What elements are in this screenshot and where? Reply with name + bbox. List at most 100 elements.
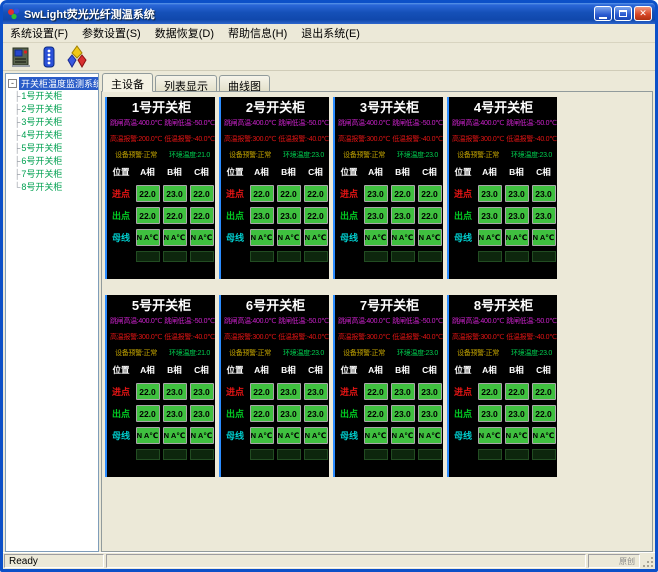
phase-c-header: C相	[530, 165, 557, 180]
outlet-phase-c-value: 22.0	[304, 207, 328, 224]
phase-header-row: 位置 A相 B相 C相	[336, 363, 443, 378]
busbar-phase-c-value: N A℃	[418, 229, 442, 246]
outlet-phase-a-value: 23.0	[250, 207, 274, 224]
tree-collapse-icon[interactable]: -	[8, 79, 17, 88]
outlet-temperature-row: 出点 23.0 23.0 22.0	[222, 207, 329, 224]
inlet-phase-a-value: 22.0	[364, 383, 388, 400]
inlet-phase-b-value: 23.0	[163, 185, 187, 202]
trip-low-value: 跳闸低温:-50.0℃	[164, 116, 215, 132]
busbar-phase-a-value: N A℃	[364, 427, 388, 444]
phase-header-row: 位置 A相 B相 C相	[108, 165, 215, 180]
busbar-row-label: 母线	[222, 429, 248, 442]
ambient-temperature: 环境温度:23.0	[392, 148, 443, 164]
phase-a-header: A相	[134, 363, 161, 378]
busbar-phase-c-value: N A℃	[304, 427, 328, 444]
inlet-row-label: 进点	[336, 187, 362, 200]
inlet-phase-a-value: 22.0	[250, 185, 274, 202]
busbar-phase-c-value: N A℃	[190, 229, 214, 246]
tree-item-cabinet[interactable]: 3号开关柜	[7, 116, 97, 129]
cabinet-thresholds: 跳闸高温:400.0℃ 跳闸低温:-50.0℃ 高温报警:300.0℃ 低温报警…	[450, 116, 557, 164]
empty-sensor-row	[336, 251, 443, 263]
alarm-low-value: 低温报警:-40.0℃	[278, 330, 329, 346]
inlet-temperature-row: 进点 22.0 23.0 23.0	[336, 383, 443, 400]
phase-c-header: C相	[530, 363, 557, 378]
phase-c-header: C相	[416, 165, 443, 180]
busbar-temperature-row: 母线 N A℃ N A℃ N A℃	[336, 229, 443, 246]
menu-exit-system[interactable]: 退出系统(E)	[294, 23, 367, 43]
tree-item-cabinet[interactable]: 6号开关柜	[7, 155, 97, 168]
phase-header-row: 位置 A相 B相 C相	[108, 363, 215, 378]
device-cabinet-toolbar-button[interactable]	[7, 44, 35, 70]
trip-high-value: 跳闸高温:400.0℃	[450, 116, 506, 132]
device-tree: - 开关柜温度监测系统 1号开关柜 2号开关柜 3号开关柜 4号开关柜 5号开关…	[5, 73, 99, 552]
busbar-row-label: 母线	[222, 231, 248, 244]
close-button[interactable]: ✕	[634, 6, 652, 21]
cabinet-panel: 8号开关柜 跳闸高温:400.0℃ 跳闸低温:-50.0℃ 高温报警:300.0…	[447, 295, 557, 477]
busbar-temperature-row: 母线 N A℃ N A℃ N A℃	[108, 427, 215, 444]
phase-a-header: A相	[476, 363, 503, 378]
close-icon: ✕	[639, 8, 647, 19]
menu-parameter-settings[interactable]: 参数设置(S)	[75, 23, 148, 43]
inlet-phase-b-value: 22.0	[277, 185, 301, 202]
ambient-temperature: 环境温度:23.0	[506, 148, 557, 164]
inlet-phase-a-value: 23.0	[478, 185, 502, 202]
tree-item-cabinet[interactable]: 7号开关柜	[7, 168, 97, 181]
menu-system-settings[interactable]: 系统设置(F)	[3, 23, 75, 43]
tab-strip: 主设备 列表显示 曲线图	[101, 73, 653, 92]
inlet-phase-a-value: 22.0	[250, 383, 274, 400]
tree-item-cabinet[interactable]: 1号开关柜	[7, 90, 97, 103]
menu-help-info[interactable]: 帮助信息(H)	[221, 23, 294, 43]
inlet-temperature-row: 进点 23.0 22.0 22.0	[336, 185, 443, 202]
tab-main-device[interactable]: 主设备	[102, 73, 153, 92]
blue-panel-icon	[37, 45, 61, 69]
device-cabinet-icon	[9, 45, 33, 69]
main-device-page: 1号开关柜 跳闸高温:400.0℃ 跳闸低温:-50.0℃ 高温报警:200.0…	[101, 91, 653, 552]
tree-item-cabinet[interactable]: 2号开关柜	[7, 103, 97, 116]
outlet-phase-b-value: 23.0	[505, 207, 529, 224]
resize-grip[interactable]	[640, 554, 654, 568]
outlet-phase-c-value: 22.0	[532, 405, 556, 422]
minimize-button[interactable]	[594, 6, 612, 21]
tree-item-cabinet[interactable]: 4号开关柜	[7, 129, 97, 142]
outlet-row-label: 出点	[336, 209, 362, 222]
busbar-phase-b-value: N A℃	[505, 229, 529, 246]
inlet-temperature-row: 进点 22.0 23.0 23.0	[108, 383, 215, 400]
menu-data-recovery[interactable]: 数据恢复(D)	[148, 23, 221, 43]
phase-header-row: 位置 A相 B相 C相	[222, 165, 329, 180]
maximize-icon	[619, 10, 627, 17]
inlet-phase-b-value: 22.0	[391, 185, 415, 202]
outlet-phase-b-value: 23.0	[277, 405, 301, 422]
maximize-button[interactable]	[614, 6, 632, 21]
ambient-temperature: 环境温度:23.0	[506, 346, 557, 362]
phase-c-header: C相	[302, 165, 329, 180]
cabinet-panel: 4号开关柜 跳闸高温:400.0℃ 跳闸低温:-50.0℃ 高温报警:300.0…	[447, 97, 557, 279]
outlet-phase-a-value: 23.0	[478, 405, 502, 422]
tree-root-row[interactable]: - 开关柜温度监测系统	[7, 76, 97, 90]
tab-list-display[interactable]: 列表显示	[155, 75, 217, 92]
tree-item-cabinet[interactable]: 8号开关柜	[7, 181, 97, 194]
tree-root-label[interactable]: 开关柜温度监测系统	[19, 77, 99, 90]
tree-item-cabinet[interactable]: 5号开关柜	[7, 142, 97, 155]
position-header: 位置	[108, 165, 134, 180]
position-header: 位置	[336, 363, 362, 378]
status-bar: Ready 原创	[3, 552, 655, 569]
phase-b-header: B相	[161, 363, 188, 378]
outlet-temperature-row: 出点 22.0 23.0 23.0	[336, 405, 443, 422]
outlet-phase-b-value: 23.0	[391, 405, 415, 422]
inlet-temperature-row: 进点 22.0 22.0 22.0	[450, 383, 557, 400]
outlet-row-label: 出点	[222, 209, 248, 222]
inlet-row-label: 进点	[222, 187, 248, 200]
inlet-temperature-row: 进点 22.0 23.0 23.0	[222, 383, 329, 400]
busbar-row-label: 母线	[108, 231, 134, 244]
busbar-row-label: 母线	[108, 429, 134, 442]
cabinet-thresholds: 跳闸高温:400.0℃ 跳闸低温:-50.0℃ 高温报警:300.0℃ 低温报警…	[336, 314, 443, 362]
outlet-temperature-row: 出点 23.0 23.0 22.0	[336, 207, 443, 224]
blue-panel-toolbar-button[interactable]	[35, 44, 63, 70]
inlet-phase-a-value: 22.0	[478, 383, 502, 400]
tab-curve-chart[interactable]: 曲线图	[219, 75, 270, 92]
outlet-phase-a-value: 22.0	[136, 207, 160, 224]
busbar-phase-a-value: N A℃	[364, 229, 388, 246]
trip-high-value: 跳闸高温:400.0℃	[222, 116, 278, 132]
gems-toolbar-button[interactable]	[63, 44, 91, 70]
phase-c-header: C相	[302, 363, 329, 378]
